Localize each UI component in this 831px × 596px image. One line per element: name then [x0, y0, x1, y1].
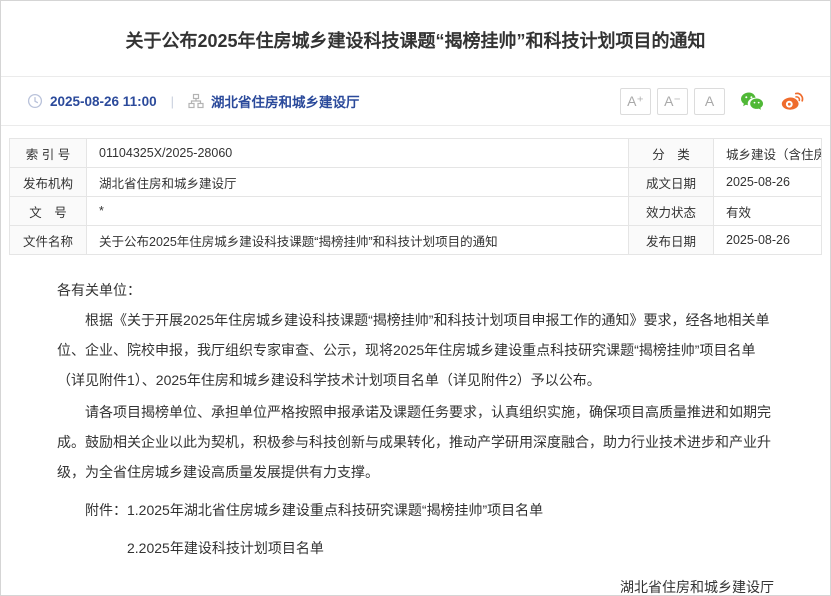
font-size-decrease-button[interactable]: A⁻: [657, 88, 688, 115]
salutation: 各有关单位：: [57, 275, 774, 305]
file-name-value: 关于公布2025年住房城乡建设科技课题“揭榜挂帅”和科技计划项目的通知: [87, 226, 629, 255]
attachments-label: 附件：: [85, 502, 127, 518]
table-row: 文 号 * 效力状态 有效: [10, 197, 822, 226]
index-number-label: 索 引 号: [10, 139, 87, 168]
meta-separator: |: [171, 94, 174, 109]
attachment-line-1: 附件：1.2025年湖北省住房城乡建设重点科技研究课题“揭榜挂帅”项目名单: [57, 495, 774, 525]
doc-number-label: 文 号: [10, 197, 87, 226]
validity-status-label: 效力状态: [629, 197, 714, 226]
publish-date-label: 发布日期: [629, 226, 714, 255]
publish-date-value: 2025-08-26: [714, 226, 822, 255]
page-title: 关于公布2025年住房城乡建设科技课题“揭榜挂帅”和科技计划项目的通知: [61, 29, 770, 53]
body-paragraph-1: 根据《关于开展2025年住房城乡建设科技课题“揭榜挂帅”和科技计划项目申报工作的…: [57, 305, 774, 395]
toolbar: A⁺ A⁻ A: [614, 88, 804, 115]
doc-number-value: *: [87, 197, 629, 226]
file-name-label: 文件名称: [10, 226, 87, 255]
document-info-table: 索 引 号 01104325X/2025-28060 分 类 城乡建设（含住房）…: [9, 138, 822, 255]
validity-status-value: 有效: [714, 197, 822, 226]
document-page: 关于公布2025年住房城乡建设科技课题“揭榜挂帅”和科技计划项目的通知 2025…: [0, 0, 831, 596]
signature-agency: 湖北省住房和城乡建设厅: [57, 577, 774, 596]
body-paragraph-2: 请各项目揭榜单位、承担单位严格按照申报承诺及课题任务要求，认真组织实施，确保项目…: [57, 397, 774, 487]
font-size-reset-button[interactable]: A: [694, 88, 725, 115]
table-row: 索 引 号 01104325X/2025-28060 分 类 城乡建设（含住房）: [10, 139, 822, 168]
issuing-agency-label: 发布机构: [10, 168, 87, 197]
attachment-item-2: 2.2025年建设科技计划项目名单: [57, 533, 774, 563]
document-body: 各有关单位： 根据《关于开展2025年住房城乡建设科技课题“揭榜挂帅”和科技计划…: [57, 275, 774, 596]
issuing-agency-value: 湖北省住房和城乡建设厅: [87, 168, 629, 197]
written-date-label: 成文日期: [629, 168, 714, 197]
table-row: 文件名称 关于公布2025年住房城乡建设科技课题“揭榜挂帅”和科技计划项目的通知…: [10, 226, 822, 255]
font-size-increase-button[interactable]: A⁺: [620, 88, 651, 115]
meta-bar: 2025-08-26 11:00 | 湖北省住房和城乡建设厅 A⁺ A⁻ A: [1, 77, 830, 126]
wechat-share-icon[interactable]: [739, 89, 765, 113]
source-link[interactable]: 湖北省住房和城乡建设厅: [211, 91, 360, 111]
index-number-value: 01104325X/2025-28060: [87, 139, 629, 168]
table-row: 发布机构 湖北省住房和城乡建设厅 成文日期 2025-08-26: [10, 168, 822, 197]
publish-datetime: 2025-08-26 11:00: [50, 94, 157, 109]
weibo-share-icon[interactable]: [779, 89, 804, 113]
meta-info: 2025-08-26 11:00 | 湖北省住房和城乡建设厅: [27, 91, 359, 111]
clock-icon: [27, 93, 43, 109]
sitemap-icon: [188, 93, 204, 109]
category-label: 分 类: [629, 139, 714, 168]
written-date-value: 2025-08-26: [714, 168, 822, 197]
category-value: 城乡建设（含住房）: [714, 139, 822, 168]
attachment-item-1: 1.2025年湖北省住房城乡建设重点科技研究课题“揭榜挂帅”项目名单: [127, 502, 543, 518]
